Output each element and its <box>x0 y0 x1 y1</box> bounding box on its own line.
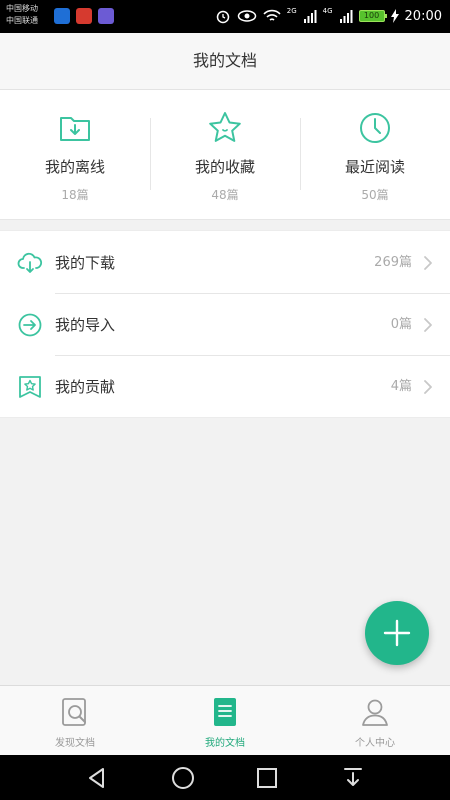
stat-recent-label: 最近阅读 <box>344 158 405 176</box>
imports-count: 0篇 <box>390 317 412 332</box>
system-nav-bar <box>0 755 450 800</box>
clock-icon <box>360 113 390 143</box>
network-4g-label: 4G <box>322 7 333 15</box>
status-right: 2G 4G 100 20:00 <box>215 6 442 26</box>
alarm-icon <box>216 10 229 24</box>
contributions-count: 4篇 <box>390 379 412 394</box>
stat-favorites[interactable]: 我的收藏 48篇 <box>150 90 300 219</box>
document-list: 我的下载 269篇 我的导入 0篇 我的贡献 4篇 <box>0 230 450 418</box>
folder-download-icon <box>60 117 90 141</box>
eye-icon <box>237 10 256 22</box>
imports-label: 我的导入 <box>55 316 116 334</box>
list-item-imports[interactable]: 我的导入 0篇 <box>0 293 450 355</box>
stat-offline-count: 18篇 <box>61 188 89 202</box>
plus-icon <box>383 619 411 647</box>
chevron-right-icon <box>424 256 432 270</box>
import-arrow-icon <box>18 313 42 337</box>
recents-icon[interactable] <box>254 765 280 791</box>
tab-my-documents[interactable]: 我的文档 <box>150 686 300 755</box>
stat-favorites-count: 48篇 <box>211 188 239 202</box>
tab-my-documents-label: 我的文档 <box>205 738 245 749</box>
document-icon <box>214 698 236 726</box>
page-title: 我的文档 <box>0 33 450 90</box>
star-icon <box>209 112 241 142</box>
carrier-info: 中国移动 中国联通 <box>6 3 38 27</box>
notification-pull-down-icon[interactable] <box>340 765 366 791</box>
contributions-label: 我的贡献 <box>55 378 116 396</box>
battery-icon: 100 <box>358 10 387 22</box>
clock-time: 20:00 <box>404 8 442 24</box>
network-2g-label: 2G <box>286 7 297 15</box>
downloads-count: 269篇 <box>374 255 412 270</box>
chevron-right-icon <box>424 318 432 332</box>
add-document-button[interactable] <box>365 601 429 665</box>
list-item-downloads[interactable]: 我的下载 269篇 <box>0 231 450 293</box>
stat-offline[interactable]: 我的离线 18篇 <box>0 90 150 219</box>
carrier-1: 中国移动 <box>6 4 38 13</box>
downloads-label: 我的下载 <box>55 254 116 272</box>
cloud-download-icon <box>17 252 43 273</box>
bottom-nav: 发现文档 我的文档 个人中心 <box>0 685 450 755</box>
tab-discover-label: 发现文档 <box>55 738 95 749</box>
status-bar: 中国移动 中国联通 2G 4G 100 20:00 <box>0 0 450 33</box>
wifi-icon <box>263 9 281 21</box>
list-item-contributions[interactable]: 我的贡献 4篇 <box>0 355 450 417</box>
charging-icon <box>390 9 399 23</box>
carrier-2: 中国联通 <box>6 16 38 25</box>
tab-profile[interactable]: 个人中心 <box>300 686 450 755</box>
stats-panel: 我的离线 18篇 我的收藏 48篇 最近阅读 50篇 <box>0 90 450 220</box>
back-icon[interactable] <box>84 765 110 791</box>
stat-favorites-label: 我的收藏 <box>194 158 255 176</box>
stat-recent-count: 50篇 <box>361 188 389 202</box>
home-icon[interactable] <box>170 765 196 791</box>
contribution-bookmark-icon <box>19 376 41 398</box>
tab-discover[interactable]: 发现文档 <box>0 686 150 755</box>
chevron-right-icon <box>424 380 432 394</box>
shield-app-icon <box>54 8 70 24</box>
red-app-icon <box>76 8 92 24</box>
notification-icons <box>54 8 114 24</box>
stat-recent[interactable]: 最近阅读 50篇 <box>300 90 450 219</box>
tab-profile-label: 个人中心 <box>355 738 395 749</box>
signal-icon <box>303 10 317 23</box>
gallery-app-icon <box>98 8 114 24</box>
stat-offline-label: 我的离线 <box>44 158 105 176</box>
discover-search-icon <box>62 698 86 726</box>
person-icon <box>362 699 388 726</box>
signal-icon-2 <box>339 10 353 23</box>
